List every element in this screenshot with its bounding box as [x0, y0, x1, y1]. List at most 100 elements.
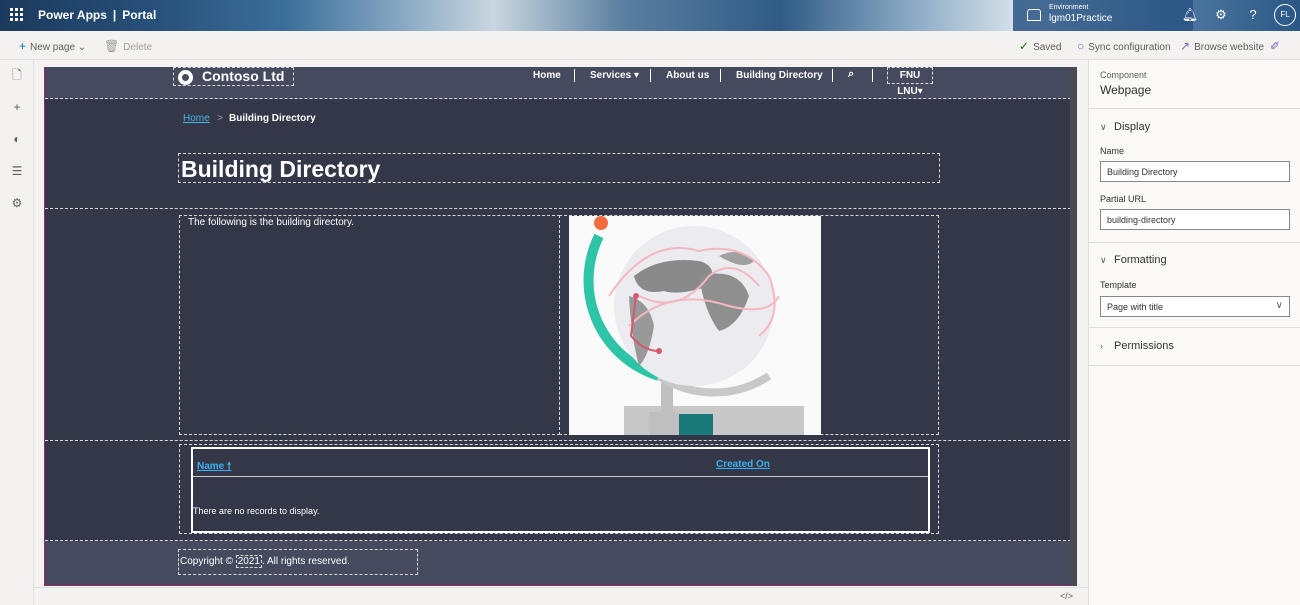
nav-services[interactable]: Services ▾ — [590, 70, 639, 81]
panel-divider — [1089, 108, 1300, 109]
sync-icon: ○ — [1077, 39, 1085, 53]
nav-divider — [650, 69, 651, 82]
bell-icon[interactable]: 🔔︎ — [1181, 6, 1199, 24]
search-icon[interactable]: ⌕ — [848, 68, 854, 81]
nav-divider — [832, 69, 833, 82]
nav-divider — [574, 69, 575, 82]
sync-configuration-button[interactable]: ○ Sync configuration — [1077, 39, 1171, 53]
app-title[interactable]: Power Apps | Portal — [38, 8, 156, 22]
template-value: Page with title — [1107, 302, 1164, 312]
entity-list[interactable]: Name 🠕︎ Created On There are no records … — [191, 447, 930, 533]
formatting-section-label: Formatting — [1114, 254, 1167, 266]
delete-button[interactable]: 🗑︎ Delete — [104, 39, 152, 53]
command-bar: + New page ⌄ 🗑︎ Delete ✓ Saved ○ Sync config… — [0, 31, 1300, 60]
logo-icon — [178, 70, 193, 85]
nav-divider — [720, 69, 721, 82]
saved-status: ✓ Saved — [1019, 39, 1061, 53]
sort-up-arrow-icon: 🠕︎ — [227, 461, 232, 472]
header-divider — [193, 476, 928, 477]
intro-text: The following is the building directory. — [188, 217, 355, 228]
panel-divider — [1089, 242, 1300, 243]
column-header-name[interactable]: Name 🠕︎ — [197, 459, 231, 476]
name-field[interactable]: Building Directory — [1100, 161, 1290, 182]
app-name: Power Apps — [38, 8, 107, 22]
editor-canvas: Contoso Ltd Home Services ▾ About us Bui… — [44, 67, 1077, 586]
breadcrumb-home[interactable]: Home — [183, 113, 210, 124]
nav-about[interactable]: About us — [666, 70, 709, 81]
add-component-icon[interactable]: + — [10, 100, 24, 114]
environment-label: Environment — [1049, 4, 1089, 11]
chevron-down-icon: ⌄ — [77, 42, 87, 53]
new-page-button[interactable]: + New page ⌄ — [19, 39, 86, 53]
templates-icon[interactable]: ☰ — [10, 164, 24, 178]
display-section-toggle[interactable]: ∨ Display — [1100, 121, 1150, 133]
section-divider — [45, 208, 1071, 209]
display-section-label: Display — [1114, 121, 1151, 133]
pages-icon[interactable]: 🗋︎ — [10, 68, 24, 82]
chevron-down-icon: ∨ — [1275, 300, 1283, 311]
caret-down-icon: ▾ — [917, 86, 923, 97]
logo-text: Contoso Ltd — [202, 68, 285, 84]
bottom-bar: </> — [34, 587, 1088, 605]
nav-divider — [872, 69, 873, 82]
app-launcher-icon[interactable] — [10, 8, 24, 22]
left-rail: 🗋︎ + ◐ ☰ ⚙ — [0, 60, 34, 605]
column-name-label: Name — [197, 461, 225, 472]
permissions-section-toggle[interactable]: › Permissions — [1100, 340, 1174, 352]
browse-website-button[interactable]: ↗ Browse website — [1180, 39, 1264, 53]
caret-down-icon: ▾ — [633, 70, 639, 81]
empty-list-message: There are no records to display. — [193, 506, 320, 516]
breadcrumb-current: Building Directory — [229, 113, 316, 124]
saved-label: Saved — [1033, 42, 1062, 53]
theme-palette-icon[interactable]: ◐ — [10, 132, 24, 146]
properties-panel: Component Webpage ∨ Display Name Building… — [1088, 60, 1300, 605]
copyright-suffix: . All rights reserved. — [261, 556, 350, 567]
name-label: Name — [1100, 146, 1125, 156]
environment-icon — [1027, 9, 1041, 21]
feedback-icon[interactable]: ✐ — [1270, 39, 1284, 53]
partial-url-label: Partial URL — [1100, 194, 1147, 204]
footer-copyright-block[interactable]: Copyright © 2021. All rights reserved. — [178, 549, 418, 575]
chevron-down-icon: ∨ — [1100, 122, 1107, 132]
panel-divider — [1089, 365, 1300, 366]
site-logo[interactable]: Contoso Ltd — [173, 67, 294, 86]
browse-label: Browse website — [1194, 42, 1265, 53]
breadcrumb-separator: > — [217, 113, 223, 124]
template-label: Template — [1100, 280, 1137, 290]
globe-illustration — [569, 216, 821, 435]
settings-icon[interactable]: ⚙ — [10, 196, 24, 210]
component-label: Component — [1100, 70, 1147, 80]
globe-image[interactable] — [569, 216, 821, 435]
plus-icon: + — [19, 39, 27, 53]
template-select[interactable]: Page with title ∨ — [1100, 296, 1290, 317]
page-title-block[interactable]: Building Directory — [178, 153, 940, 183]
formatting-section-toggle[interactable]: ∨ Formatting — [1100, 254, 1167, 266]
partial-url-field[interactable]: building-directory — [1100, 209, 1290, 230]
section-divider — [45, 440, 1071, 441]
canvas-scrollbar[interactable] — [1070, 67, 1077, 586]
checkmark-icon: ✓ — [1019, 39, 1030, 53]
copyright-text: Copyright © 2021. All rights reserved. — [180, 555, 350, 568]
new-page-label: New page — [30, 42, 76, 53]
page-title: Building Directory — [181, 156, 381, 182]
environment-name: lgm01Practice — [1049, 13, 1113, 24]
sync-label: Sync configuration — [1088, 42, 1171, 53]
avatar[interactable]: FL — [1274, 4, 1296, 26]
permissions-section-label: Permissions — [1114, 340, 1174, 352]
environment-picker[interactable]: Environment lgm01Practice — [1013, 0, 1193, 31]
help-icon[interactable]: ? — [1244, 6, 1262, 24]
open-external-icon: ↗ — [1180, 39, 1191, 53]
component-value: Webpage — [1100, 83, 1152, 97]
copyright-prefix: Copyright © — [180, 556, 233, 567]
gear-icon[interactable]: ⚙ — [1212, 6, 1230, 24]
nav-building-directory[interactable]: Building Directory — [736, 70, 823, 81]
app-section: Portal — [122, 8, 157, 22]
user-menu[interactable]: FNU LNU▾ — [887, 67, 933, 97]
code-editor-icon[interactable]: </> — [1060, 591, 1073, 601]
text-column[interactable] — [179, 215, 560, 435]
copyright-year[interactable]: 2021 — [235, 555, 262, 568]
delete-label: Delete — [123, 42, 153, 53]
trash-icon: 🗑︎ — [104, 39, 120, 53]
column-header-created-on[interactable]: Created On — [716, 459, 770, 470]
nav-home[interactable]: Home — [533, 70, 561, 81]
